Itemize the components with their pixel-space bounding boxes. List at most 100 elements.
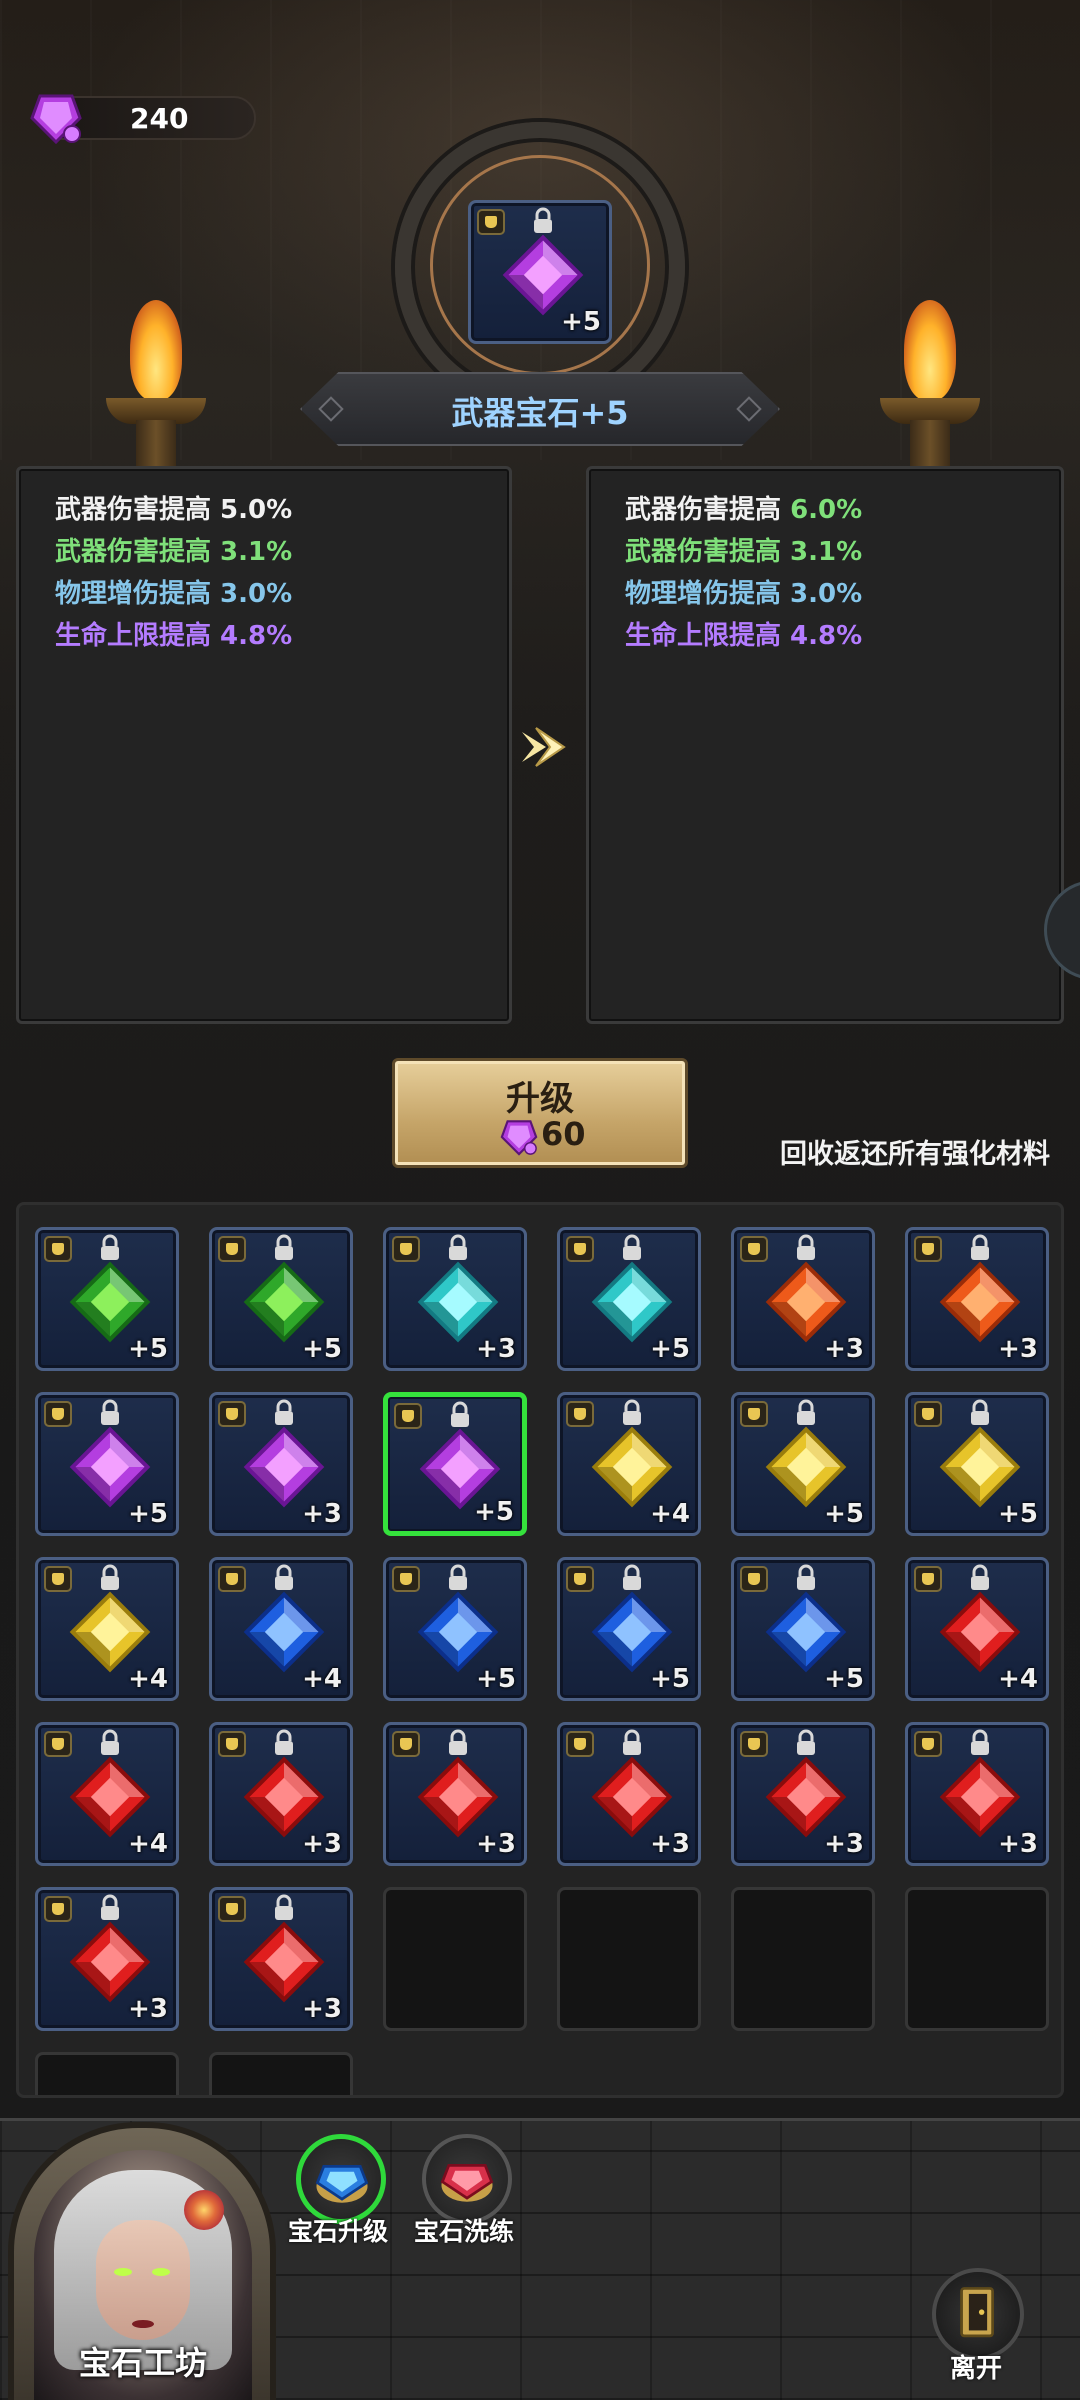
stat-line: 武器伤害提高 5.0% bbox=[55, 495, 293, 525]
gem-level: +3 bbox=[650, 1829, 690, 1859]
gem-level: +5 bbox=[650, 1664, 690, 1694]
gem-level: +3 bbox=[824, 1829, 864, 1859]
gem-slot[interactable]: +5 bbox=[35, 1227, 179, 1371]
workshop-title: 宝石工坊 bbox=[78, 2344, 207, 2382]
gem-slot[interactable]: +3 bbox=[209, 1722, 353, 1866]
gem-level: +3 bbox=[302, 1994, 342, 2024]
gem-slot[interactable]: +5 bbox=[731, 1392, 875, 1536]
gem-level: +5 bbox=[824, 1664, 864, 1694]
gem-level: +3 bbox=[998, 1829, 1038, 1859]
leave-button[interactable] bbox=[932, 2268, 1024, 2360]
gem-slot[interactable]: +5 bbox=[557, 1227, 701, 1371]
gem-slot-partial[interactable] bbox=[209, 2052, 353, 2095]
currency-value: 240 bbox=[130, 102, 189, 135]
gem-slot[interactable]: +3 bbox=[35, 1887, 179, 2031]
gem-slot[interactable]: +4 bbox=[35, 1557, 179, 1701]
gem-level: +5 bbox=[128, 1499, 168, 1529]
gem-slot[interactable]: +5 bbox=[731, 1557, 875, 1701]
tab-gem-refine-label: 宝石洗练 bbox=[414, 2217, 515, 2246]
gem-level: +5 bbox=[561, 307, 601, 337]
flame-icon bbox=[904, 300, 956, 400]
torch-right bbox=[860, 280, 1000, 480]
gem-level: +3 bbox=[302, 1499, 342, 1529]
current-stats-panel: 武器伤害提高 5.0% 武器伤害提高 3.1% 物理增伤提高 3.0% 生命上限… bbox=[16, 466, 512, 1024]
gem-level: +3 bbox=[476, 1334, 516, 1364]
stat-line: 武器伤害提高 6.0% bbox=[625, 489, 862, 526]
gem-slot[interactable]: +5 bbox=[383, 1557, 527, 1701]
gem-slot[interactable]: +3 bbox=[383, 1227, 527, 1371]
gem-level: +5 bbox=[128, 1334, 168, 1364]
gem-slot[interactable]: +4 bbox=[35, 1722, 179, 1866]
gem-level: +5 bbox=[650, 1334, 690, 1364]
gem-level: +4 bbox=[998, 1664, 1038, 1694]
upgrade-cost: 60 bbox=[541, 1115, 586, 1153]
gem-slot[interactable]: +5 bbox=[905, 1392, 1049, 1536]
gem-slot[interactable]: +3 bbox=[209, 1887, 353, 2031]
gem-level: +4 bbox=[302, 1664, 342, 1694]
leave-label: 离开 bbox=[950, 2354, 1003, 2384]
stat-line: 生命上限提高 4.8% bbox=[625, 621, 863, 651]
gem-level: +3 bbox=[998, 1334, 1038, 1364]
gem-slot[interactable]: +4 bbox=[905, 1557, 1049, 1701]
exit-door-icon bbox=[960, 2287, 994, 2338]
portrait-eye bbox=[114, 2268, 132, 2276]
gem-slot-partial[interactable] bbox=[35, 2052, 179, 2095]
blue-gem-chest-icon bbox=[315, 2164, 369, 2203]
portrait-lips bbox=[132, 2320, 154, 2328]
gem-slot[interactable]: +3 bbox=[383, 1722, 527, 1866]
torch-left bbox=[86, 280, 226, 480]
purple-gem-icon bbox=[30, 94, 82, 145]
arrow-right-icon bbox=[522, 727, 566, 767]
gem-slot[interactable]: +5 bbox=[35, 1392, 179, 1536]
gem-level: +4 bbox=[128, 1664, 168, 1694]
gem-slot[interactable]: +3 bbox=[731, 1722, 875, 1866]
tab-gem-upgrade-label: 宝石升级 bbox=[288, 2217, 389, 2246]
gem-level: +3 bbox=[302, 1829, 342, 1859]
gem-level: +3 bbox=[476, 1829, 516, 1859]
gem-level: +5 bbox=[824, 1499, 864, 1529]
purple-gem-icon bbox=[500, 1120, 538, 1156]
gem-slot[interactable]: +3 bbox=[209, 1392, 353, 1536]
stat-line: 生命上限提高 4.8% bbox=[55, 621, 293, 651]
gem-slot[interactable]: +3 bbox=[557, 1722, 701, 1866]
gem-slot[interactable]: +5 bbox=[209, 1227, 353, 1371]
recycle-link[interactable]: 回收返还所有强化材料 bbox=[780, 1132, 1050, 1171]
tab-gem-refine[interactable] bbox=[422, 2134, 512, 2224]
gem-level: +3 bbox=[824, 1334, 864, 1364]
gem-slot[interactable]: +5 bbox=[383, 1392, 527, 1536]
gem-level: +5 bbox=[998, 1499, 1038, 1529]
tab-gem-upgrade[interactable] bbox=[296, 2134, 386, 2224]
empty-gem-slot[interactable] bbox=[557, 1887, 701, 2031]
gem-level: +5 bbox=[476, 1664, 516, 1694]
gem-level: +4 bbox=[650, 1499, 690, 1529]
gem-slot[interactable]: +3 bbox=[731, 1227, 875, 1371]
upgrade-button-label: 升级 bbox=[506, 1079, 574, 1119]
stat-line: 物理增伤提高 3.0% bbox=[55, 579, 293, 609]
upgrade-button[interactable]: 升级 60 bbox=[392, 1058, 688, 1168]
red-gem-chest-icon bbox=[440, 2163, 494, 2202]
stat-line: 物理增伤提高 3.0% bbox=[625, 579, 863, 609]
flower-icon bbox=[184, 2190, 224, 2230]
next-stats-panel: 武器伤害提高 6.0% 武器伤害提高 3.1% 物理增伤提高 3.0% 生命上限… bbox=[586, 466, 1064, 1024]
portrait-eye bbox=[152, 2268, 170, 2276]
stat-label: 武器伤害提高 bbox=[625, 495, 782, 525]
flame-icon bbox=[130, 300, 182, 400]
empty-gem-slot[interactable] bbox=[383, 1887, 527, 2031]
gem-slot[interactable]: +5 bbox=[557, 1557, 701, 1701]
gem-title: 武器宝石+5 bbox=[451, 394, 629, 432]
gem-inventory-grid: +5 +5 +3 +5 +3 +3 +5 +3 +5 +4 +5 +5 +4 +4 +5 +5 +5 +4 +4 +3… bbox=[16, 1202, 1064, 2098]
gem-slot[interactable]: +4 bbox=[557, 1392, 701, 1536]
gem-level: +3 bbox=[128, 1994, 168, 2024]
stat-improved-value: 6.0% bbox=[790, 495, 863, 525]
gem-slot[interactable]: +4 bbox=[209, 1557, 353, 1701]
gem-slot[interactable]: +3 bbox=[905, 1227, 1049, 1371]
empty-gem-slot[interactable] bbox=[731, 1887, 875, 2031]
gem-level: +5 bbox=[302, 1334, 342, 1364]
stat-line: 武器伤害提高 3.1% bbox=[55, 537, 293, 567]
gem-level: +5 bbox=[474, 1497, 514, 1527]
stat-line: 武器伤害提高 3.1% bbox=[625, 537, 863, 567]
empty-gem-slot[interactable] bbox=[905, 1887, 1049, 2031]
gem-slot[interactable]: +3 bbox=[905, 1722, 1049, 1866]
featured-gem-slot[interactable]: +5 bbox=[468, 200, 612, 344]
gem-level: +4 bbox=[128, 1829, 168, 1859]
